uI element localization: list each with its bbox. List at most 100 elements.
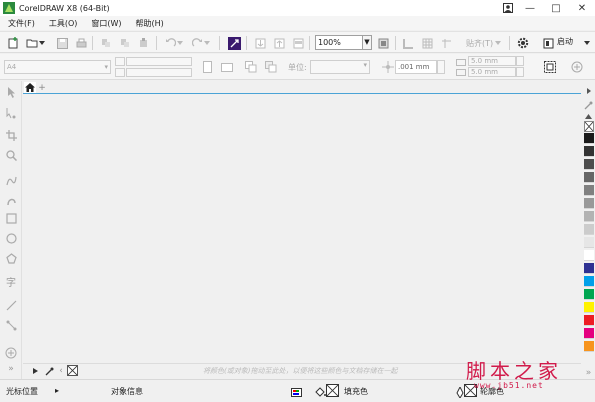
current-page-icon[interactable] [264,60,278,74]
parallel-dimension-icon[interactable] [4,298,18,312]
ellipse-tool-icon[interactable] [4,231,18,245]
new-tab-button[interactable]: + [37,82,47,93]
cursor-position-label: 光标位置 [6,387,38,396]
doc-palette-eyedropper-icon[interactable] [43,365,55,377]
redo-icon[interactable] [190,36,204,50]
color-proofing-icon[interactable] [289,385,303,399]
user-account-icon[interactable] [499,0,517,16]
zoom-tool-icon[interactable] [4,148,18,162]
menu-window[interactable]: 窗口(W) [91,18,121,29]
snap-to-dropdown[interactable]: 贴齐(T) [466,38,493,49]
artistic-media-icon[interactable] [4,193,18,207]
color-swatch[interactable] [584,276,594,287]
portrait-icon[interactable] [200,60,214,74]
add-property-icon[interactable] [570,60,584,74]
paste-icon[interactable] [137,36,151,50]
full-screen-preview-icon[interactable] [376,36,390,50]
options-gear-icon[interactable] [516,36,530,50]
color-swatch[interactable] [584,237,594,248]
import-icon[interactable] [253,36,267,50]
menu-help[interactable]: 帮助(H) [136,18,164,29]
home-tab[interactable] [24,82,36,93]
show-rulers-icon[interactable] [401,36,415,50]
launch-app-icon[interactable] [541,36,555,50]
freehand-tool-icon[interactable] [4,173,18,187]
coreldraw-logo-icon [3,2,15,14]
print-icon[interactable] [74,36,88,50]
snap-dropdown-icon[interactable] [494,36,502,50]
color-swatch[interactable] [584,159,594,170]
expand-toolbox-icon[interactable]: » [4,362,18,376]
close-button[interactable]: ✕ [569,0,595,16]
page-height-input[interactable] [126,68,192,77]
color-swatch[interactable] [584,328,594,339]
dup-y-spinner[interactable] [516,67,524,77]
color-swatch[interactable] [584,250,594,261]
pick-tool-icon[interactable] [4,85,18,99]
redo-dropdown-icon[interactable] [203,36,211,50]
publish-pdf-icon[interactable] [291,36,305,50]
maximize-button[interactable]: □ [543,0,569,16]
text-tool-icon[interactable]: 字 [4,274,18,289]
cut-icon[interactable] [99,36,113,50]
doc-palette-scroll-left-icon[interactable]: ‹ [57,365,65,377]
units-select[interactable]: ▾ [310,60,370,74]
dup-x-spinner[interactable] [516,56,524,66]
new-document-icon[interactable] [6,36,20,50]
cursor-position-flyout-icon[interactable]: ▸ [55,386,59,395]
duplicate-distance-x-input[interactable]: 5.0 mm [468,56,516,66]
color-swatch[interactable] [584,146,594,157]
color-swatch[interactable] [584,289,594,300]
crop-tool-icon[interactable] [4,128,18,142]
open-dropdown-icon[interactable] [38,36,46,50]
launch-dropdown-icon[interactable] [583,36,591,50]
launch-label[interactable]: 启动 [557,36,573,47]
color-swatch[interactable] [584,341,594,352]
color-swatch[interactable] [584,224,594,235]
color-swatch[interactable] [584,211,594,222]
all-pages-icon[interactable] [244,60,258,74]
doc-palette-flyout-icon[interactable] [31,365,39,377]
page-width-icon [115,57,125,66]
drawing-canvas[interactable] [23,93,581,363]
fill-none-swatch[interactable] [326,384,339,397]
page-width-input[interactable] [126,57,192,66]
show-grid-icon[interactable] [420,36,434,50]
treat-as-filled-icon[interactable] [543,60,557,74]
color-swatch[interactable] [584,302,594,313]
menu-file[interactable]: 文件(F) [8,18,35,29]
color-swatch[interactable] [584,185,594,196]
no-color-icon[interactable] [67,365,78,376]
save-icon[interactable] [55,36,69,50]
nudge-distance-input[interactable]: .001 mm [395,60,437,74]
undo-icon[interactable] [163,36,177,50]
minimize-button[interactable]: — [517,0,543,16]
color-swatch[interactable] [584,133,594,144]
export-icon[interactable] [272,36,286,50]
color-swatch[interactable] [584,198,594,209]
nudge-spinner[interactable] [437,60,445,74]
palette-scroll-up-icon[interactable] [582,84,595,98]
color-swatch[interactable] [584,172,594,183]
color-swatch[interactable] [584,315,594,326]
add-tool-icon[interactable] [4,346,18,360]
show-guidelines-icon[interactable] [439,36,453,50]
duplicate-distance-y-input[interactable]: 5.0 mm [468,67,516,77]
polygon-tool-icon[interactable] [4,251,18,265]
rectangle-tool-icon[interactable] [4,211,18,225]
color-swatch[interactable] [584,263,594,274]
landscape-icon[interactable] [220,60,234,74]
no-color-swatch[interactable] [584,121,594,132]
undo-dropdown-icon[interactable] [176,36,184,50]
fill-bucket-icon[interactable] [313,385,327,399]
object-info-label: 对象信息 [111,387,143,396]
search-content-icon[interactable] [227,36,241,50]
paper-preset-select[interactable]: A4 ▾ [4,60,111,74]
copy-icon[interactable] [118,36,132,50]
shape-tool-icon[interactable] [4,106,18,120]
zoom-dropdown-icon[interactable]: ▼ [362,35,372,50]
menu-tools[interactable]: 工具(O) [49,18,78,29]
zoom-level-input[interactable]: 100% [315,35,363,50]
connector-tool-icon[interactable] [4,318,18,332]
open-document-icon[interactable] [25,36,39,50]
